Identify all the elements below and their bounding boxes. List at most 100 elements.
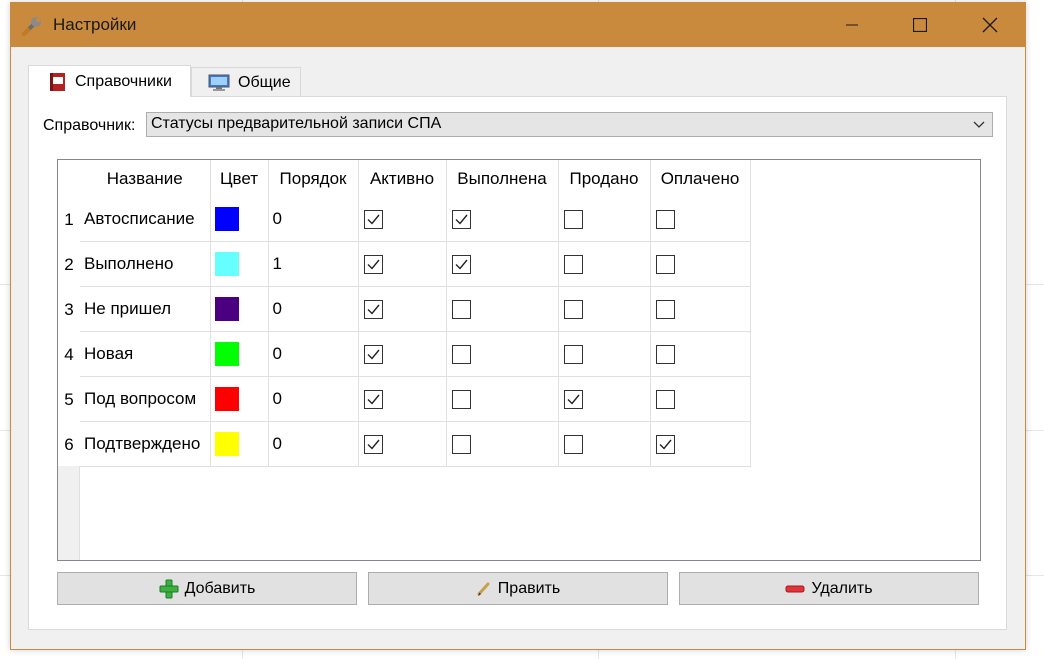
cell-done[interactable] xyxy=(446,286,559,332)
checkbox-done[interactable] xyxy=(451,344,471,364)
wrench-icon xyxy=(21,13,45,37)
column-header-name[interactable]: Название xyxy=(80,160,211,198)
add-button[interactable]: Добавить xyxy=(57,572,357,605)
cell-color[interactable] xyxy=(210,198,269,242)
cell-name[interactable]: Новая xyxy=(80,331,211,377)
cell-name[interactable]: Под вопросом xyxy=(80,376,211,422)
cell-active[interactable] xyxy=(358,331,447,377)
row-number: 4 xyxy=(64,344,74,364)
table-row[interactable]: Новая 0 xyxy=(80,331,751,377)
checkbox-paid[interactable] xyxy=(655,299,675,319)
column-header-color[interactable]: Цвет xyxy=(210,160,269,198)
cell-name[interactable]: Выполнено xyxy=(80,241,211,287)
cell-done[interactable] xyxy=(446,376,559,422)
cell-color[interactable] xyxy=(210,421,269,467)
checkbox-sold[interactable] xyxy=(563,299,583,319)
checkbox-sold[interactable] xyxy=(563,254,583,274)
cell-done[interactable] xyxy=(446,331,559,377)
cell-name[interactable]: Не пришел xyxy=(80,286,211,332)
checkbox-done[interactable] xyxy=(451,389,471,409)
cell-done[interactable] xyxy=(446,198,559,242)
column-header-paid[interactable]: Оплачено xyxy=(650,160,751,198)
cell-sold[interactable] xyxy=(558,376,651,422)
column-header-order[interactable]: Порядок xyxy=(268,160,359,198)
checkbox-sold[interactable] xyxy=(563,344,583,364)
checkbox-active[interactable] xyxy=(363,434,383,454)
cell-sold[interactable] xyxy=(558,198,651,242)
checkbox-sold[interactable] xyxy=(563,434,583,454)
maximize-button[interactable] xyxy=(897,3,943,47)
checkbox-active[interactable] xyxy=(363,344,383,364)
checkbox-done[interactable] xyxy=(451,210,471,230)
table-row[interactable]: Подтверждено 0 xyxy=(80,421,751,467)
checkbox-paid[interactable] xyxy=(655,254,675,274)
row-number: 5 xyxy=(64,389,74,409)
table-row[interactable]: Под вопросом 0 xyxy=(80,376,751,422)
checkbox-paid[interactable] xyxy=(655,210,675,230)
checkbox-active[interactable] xyxy=(363,389,383,409)
cell-active[interactable] xyxy=(358,241,447,287)
column-header-sold[interactable]: Продано xyxy=(558,160,651,198)
cell-paid[interactable] xyxy=(650,421,751,467)
checkbox-paid[interactable] xyxy=(655,434,675,454)
checkbox-sold[interactable] xyxy=(563,389,583,409)
table-row[interactable]: Автосписание 0 xyxy=(80,198,751,242)
references-grid[interactable]: Название Цвет Порядок Активно Выполнена … xyxy=(57,159,981,561)
checkbox-paid[interactable] xyxy=(655,389,675,409)
settings-window: Настройки Справочники Общие Справочник: … xyxy=(10,2,1026,650)
cell-paid[interactable] xyxy=(650,198,751,242)
checkbox-active[interactable] xyxy=(363,210,383,230)
color-swatch xyxy=(214,341,239,366)
cell-sold[interactable] xyxy=(558,286,651,332)
column-header-active[interactable]: Активно xyxy=(358,160,447,198)
add-button-label: Добавить xyxy=(184,579,256,597)
cell-order[interactable]: 1 xyxy=(268,241,359,287)
cell-name[interactable]: Автосписание xyxy=(80,198,211,242)
cell-order[interactable]: 0 xyxy=(268,331,359,377)
title-bar[interactable]: Настройки xyxy=(11,3,1025,47)
cell-color[interactable] xyxy=(210,286,269,332)
cell-order[interactable]: 0 xyxy=(268,376,359,422)
checkbox-done[interactable] xyxy=(451,254,471,274)
cell-active[interactable] xyxy=(358,376,447,422)
cell-done[interactable] xyxy=(446,421,559,467)
tab-references[interactable]: Справочники xyxy=(28,65,191,97)
table-row[interactable]: Выполнено 1 xyxy=(80,241,751,287)
edit-button[interactable]: Править xyxy=(368,572,668,605)
cell-active[interactable] xyxy=(358,198,447,242)
cell-sold[interactable] xyxy=(558,331,651,377)
checkbox-done[interactable] xyxy=(451,434,471,454)
cell-order[interactable]: 0 xyxy=(268,286,359,332)
cell-paid[interactable] xyxy=(650,286,751,332)
tab-general[interactable]: Общие xyxy=(191,67,301,97)
row-number: 3 xyxy=(64,299,74,319)
cell-active[interactable] xyxy=(358,421,447,467)
delete-button[interactable]: Удалить xyxy=(679,572,979,605)
cell-color[interactable] xyxy=(210,331,269,377)
checkbox-active[interactable] xyxy=(363,299,383,319)
checkbox-done[interactable] xyxy=(451,299,471,319)
close-button[interactable] xyxy=(967,3,1013,47)
cell-paid[interactable] xyxy=(650,241,751,287)
cell-sold[interactable] xyxy=(558,241,651,287)
cell-order[interactable]: 0 xyxy=(268,421,359,467)
reference-select[interactable]: Статусы предварительной записи СПА xyxy=(146,112,993,137)
cell-done[interactable] xyxy=(446,241,559,287)
cell-sold[interactable] xyxy=(558,421,651,467)
cell-name[interactable]: Подтверждено xyxy=(80,421,211,467)
row-number: 1 xyxy=(64,210,74,229)
close-icon xyxy=(982,17,998,33)
checkbox-active[interactable] xyxy=(363,254,383,274)
checkbox-paid[interactable] xyxy=(655,344,675,364)
table-row[interactable]: Не пришел 0 xyxy=(80,286,751,332)
checkbox-sold[interactable] xyxy=(563,210,583,230)
cell-active[interactable] xyxy=(358,286,447,332)
monitor-icon xyxy=(208,74,230,92)
column-header-done[interactable]: Выполнена xyxy=(446,160,559,198)
cell-color[interactable] xyxy=(210,376,269,422)
cell-paid[interactable] xyxy=(650,331,751,377)
cell-order[interactable]: 0 xyxy=(268,198,359,242)
cell-paid[interactable] xyxy=(650,376,751,422)
minimize-button[interactable] xyxy=(829,3,875,47)
cell-color[interactable] xyxy=(210,241,269,287)
